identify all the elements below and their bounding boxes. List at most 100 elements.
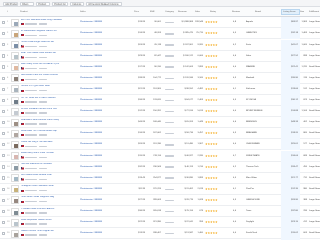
seller-link[interactable]: Phototaonion #888888 xyxy=(80,128,132,139)
product-thumbnail[interactable] xyxy=(11,52,19,61)
row-checkbox[interactable] xyxy=(2,43,6,47)
product-thumbnail[interactable] xyxy=(11,207,19,216)
seller-link[interactable]: Phototaonion #888888 xyxy=(80,228,132,239)
product-thumbnail[interactable] xyxy=(11,29,19,38)
seller-link[interactable]: Phototaonion #888888 xyxy=(80,217,132,228)
product-title-link[interactable]: BRENDEN Stool Rounds Pack Heavy xyxy=(21,119,75,122)
table-row[interactable]: 12 Coffee Set Mug 4 Tall Stemless Phototao… xyxy=(0,139,320,151)
row-checkbox[interactable] xyxy=(2,87,6,91)
table-row[interactable]: 18 T-TAREZ Kettle Premium Electric Photota… xyxy=(0,206,320,218)
column-header-size[interactable]: Size xyxy=(300,7,304,17)
seller-link[interactable]: Phototaonion #888888 xyxy=(80,195,132,206)
column-header-fulfillment[interactable]: Fulfillment xyxy=(309,7,319,17)
table-row[interactable]: 7 Kitchen Pro Type Mixer Bowl Phototaonion… xyxy=(0,83,320,95)
seller-link[interactable]: Phototaonion #888888 xyxy=(80,28,132,39)
row-checkbox[interactable] xyxy=(2,220,6,225)
product-thumbnail[interactable] xyxy=(11,174,19,183)
seller-link[interactable]: Phototaonion #888888 xyxy=(80,162,132,173)
column-header-reviews[interactable]: Reviews xyxy=(232,7,240,17)
row-checkbox[interactable] xyxy=(2,176,6,180)
product-title-link[interactable]: Thermal Stainless Ice Insulator xyxy=(21,163,75,166)
table-row[interactable]: 14 Thermal Stainless Ice Insulator Photota… xyxy=(0,161,320,173)
seller-link[interactable]: Phototaonion #888888 xyxy=(80,206,132,217)
seller-link[interactable]: Phototaonion #888888 xyxy=(80,62,132,73)
column-header-price[interactable]: Price xyxy=(134,7,139,17)
product-thumbnail[interactable] xyxy=(11,63,19,72)
table-row[interactable]: 10 BRENDEN Stool Rounds Pack Heavy Photota… xyxy=(0,117,320,129)
table-row[interactable]: 3 Frozen Dual Burger Machine Set Phototaon… xyxy=(0,39,320,51)
product-title-link[interactable]: Classic Kitchen Timer Digital Set xyxy=(21,230,75,233)
product-title-link[interactable]: Bottle Dispenser Glass Pitcher xyxy=(21,219,75,222)
seller-link[interactable]: Phototaonion #888888 xyxy=(80,51,132,62)
product-title-link[interactable]: Plush Grab Holder Magnetic Bag xyxy=(21,196,75,199)
seller-link[interactable]: Phototaonion #888888 xyxy=(80,73,132,84)
product-thumbnail[interactable] xyxy=(11,74,19,83)
table-row[interactable]: 6 Max Builder Pack Ice Cream Freezer Photo… xyxy=(0,72,320,84)
product-title-link[interactable]: KLY GT Bowl Set 3 Pack Pressure xyxy=(21,97,75,100)
column-header-seller[interactable]: Seller xyxy=(80,7,86,17)
seller-link[interactable]: Phototaonion #888888 xyxy=(80,139,132,150)
seller-link[interactable]: Phototaonion #888888 xyxy=(80,184,132,195)
product-title-link[interactable]: Frozen Dual Burger Machine Set xyxy=(21,41,75,44)
product-thumbnail[interactable] xyxy=(11,163,19,172)
product-thumbnail[interactable] xyxy=(11,129,19,138)
seller-link[interactable]: Phototaonion #888888 xyxy=(80,95,132,106)
column-header-category[interactable]: Category xyxy=(165,7,174,17)
product-list-button[interactable]: Product list xyxy=(52,1,68,6)
table-row[interactable]: 5 Warm Baby Food Set Container 6 pcs Photo… xyxy=(0,61,320,73)
product-thumbnail[interactable] xyxy=(11,96,19,105)
filters-button[interactable]: Filters xyxy=(20,1,34,6)
product-thumbnail[interactable] xyxy=(11,185,19,194)
product-title-link[interactable]: Warm Baby Food Set Container 6 pcs xyxy=(21,63,75,66)
seller-link[interactable]: Phototaonion #888888 xyxy=(80,40,132,51)
product-thumbnail[interactable] xyxy=(11,229,19,238)
row-checkbox[interactable] xyxy=(2,109,6,114)
product-title-link[interactable]: BPUBP Foldable Kitchen Drink Tool xyxy=(21,108,75,111)
table-row[interactable]: 20 Classic Kitchen Timer Digital Set Photo… xyxy=(0,228,320,240)
table-row[interactable]: 11 BRAVIARE 750 Thermal Bottle Cap Photota… xyxy=(0,128,320,140)
keyword-columns-button[interactable]: All Keyword Related Columns xyxy=(86,1,122,6)
table-row[interactable]: 1 Sun Tiffin Wellness Bottle Ring Insulat… xyxy=(0,17,320,29)
table-row[interactable]: 19 Bottle Dispenser Glass Pitcher Phototao… xyxy=(0,217,320,229)
column-header-product[interactable]: Product xyxy=(20,7,28,17)
product-title-link[interactable]: Kitchen Pro Type Mixer Bowl xyxy=(21,85,75,88)
column-header-rating[interactable]: Rating xyxy=(210,7,216,17)
columns-button[interactable]: Columns xyxy=(70,1,84,6)
seller-link[interactable]: Phototaonion #888888 xyxy=(80,106,132,117)
row-checkbox[interactable] xyxy=(2,76,6,80)
product-title-link[interactable]: Sweet Baby Milk 2 Pack Tumbler xyxy=(21,152,75,155)
product-title-link[interactable]: Solar Time Glass Clear Bottles Set xyxy=(21,52,75,55)
row-checkbox[interactable] xyxy=(2,165,6,169)
row-checkbox[interactable] xyxy=(2,231,6,236)
seller-link[interactable]: Phototaonion #888888 xyxy=(80,151,132,162)
product-title-link[interactable]: BRAVIARE 750 Thermal Bottle Cap xyxy=(21,130,75,133)
product-thumbnail[interactable] xyxy=(11,107,19,116)
column-header-brand[interactable]: Brand xyxy=(255,7,261,17)
product-thumbnail[interactable] xyxy=(11,118,19,127)
product-thumbnail[interactable] xyxy=(11,140,19,149)
product-button[interactable]: Product xyxy=(36,1,50,6)
column-header-sales[interactable]: Sales xyxy=(195,7,200,17)
table-row[interactable]: 4 Solar Time Glass Clear Bottles Set Photo… xyxy=(0,50,320,62)
product-title-link[interactable]: JN Warehouse Supplies Carbon Kit xyxy=(21,30,75,33)
row-checkbox[interactable] xyxy=(2,187,6,191)
product-title-link[interactable]: Pineapple Cutter Stainless Slicer xyxy=(21,185,75,188)
row-checkbox[interactable] xyxy=(2,21,6,25)
product-title-link[interactable]: Max Builder Pack Ice Cream Freezer xyxy=(21,74,75,77)
row-checkbox[interactable] xyxy=(2,132,6,136)
column-header-revenue[interactable]: Revenue xyxy=(178,7,187,17)
row-checkbox[interactable] xyxy=(2,120,6,125)
seller-link[interactable]: Phototaonion #888888 xyxy=(80,117,132,128)
row-checkbox[interactable] xyxy=(2,32,6,36)
product-thumbnail[interactable] xyxy=(11,41,19,49)
column-header--[interactable]: # xyxy=(7,7,8,17)
table-row[interactable]: 9 BPUBP Foldable Kitchen Drink Tool Photot… xyxy=(0,106,320,118)
product-thumbnail[interactable] xyxy=(11,152,19,160)
product-title-link[interactable]: Coffee Set Mug 4 Tall Stemless xyxy=(21,141,75,144)
row-checkbox[interactable] xyxy=(2,54,6,58)
product-thumbnail[interactable] xyxy=(11,18,19,27)
column-header-bsr[interactable]: BSR xyxy=(150,7,155,17)
product-title-link[interactable]: Sun Tiffin Wellness Bottle Ring Insulate… xyxy=(21,19,75,22)
seller-link[interactable]: Phototaonion #888888 xyxy=(80,173,132,184)
row-checkbox[interactable] xyxy=(2,65,6,69)
